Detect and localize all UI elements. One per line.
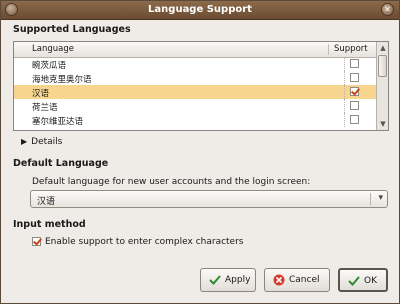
support-checkbox[interactable] — [350, 101, 359, 110]
support-checkbox[interactable] — [350, 87, 359, 96]
close-icon[interactable]: ✕ — [381, 3, 394, 16]
expander-arrow-icon: ▶ — [21, 137, 28, 146]
table-scrollbar[interactable]: ▲ ▼ — [376, 42, 388, 130]
complex-characters-checkbox[interactable] — [32, 237, 41, 246]
language-name: 塞尔维亚达语 — [32, 117, 84, 127]
support-checkbox[interactable] — [350, 59, 359, 68]
column-header-support[interactable]: Support — [334, 44, 368, 54]
language-name: 海地克里奥尔语 — [32, 75, 92, 85]
default-language-value: 汉语 — [37, 197, 56, 207]
complex-characters-label: Enable support to enter complex characte… — [45, 237, 244, 247]
scroll-down-icon[interactable]: ▼ — [377, 118, 388, 130]
table-row-selected[interactable]: 汉语 — [14, 85, 376, 99]
table-row[interactable]: 塞尔维亚达语 — [14, 113, 376, 127]
ok-button[interactable]: OK — [338, 268, 388, 292]
column-header-language[interactable]: Language — [32, 44, 74, 54]
checkmark-icon — [348, 276, 360, 286]
language-name: 荷兰语 — [32, 103, 58, 113]
cancel-button[interactable]: Cancel — [264, 268, 330, 292]
table-row[interactable]: 海地克里奥尔语 — [14, 71, 376, 85]
column-separator — [328, 44, 329, 55]
scrollbar-thumb[interactable] — [378, 55, 387, 77]
language-support-window: Language Support ✕ Supported Languages L… — [0, 0, 400, 304]
table-row[interactable]: 荷兰语 — [14, 99, 376, 113]
supported-languages-heading: Supported Languages — [13, 24, 131, 35]
input-method-heading: Input method — [13, 219, 86, 230]
default-language-combo[interactable]: 汉语 ▾ — [30, 190, 388, 208]
details-label: Details — [31, 137, 63, 147]
window-title: Language Support — [148, 4, 252, 15]
support-checkbox[interactable] — [350, 115, 359, 124]
default-language-heading: Default Language — [13, 158, 109, 169]
title-bar[interactable]: Language Support ✕ — [1, 1, 399, 20]
languages-table: Language Support 畹茨瓜语 海地克里奥尔语 汉语 荷兰语 塞尔维… — [13, 41, 389, 131]
table-header: Language Support — [14, 42, 376, 58]
scroll-up-icon[interactable]: ▲ — [377, 42, 388, 54]
default-language-description: Default language for new user accounts a… — [32, 177, 311, 187]
apply-button[interactable]: Apply — [200, 268, 256, 292]
language-name: 汉语 — [32, 89, 50, 99]
support-checkbox[interactable] — [350, 73, 359, 82]
language-name: 畹茨瓜语 — [32, 61, 67, 71]
cancel-icon — [273, 274, 285, 286]
details-expander[interactable]: ▶ Details — [21, 137, 62, 147]
table-row[interactable]: 畹茨瓜语 — [14, 57, 376, 71]
chevron-down-icon: ▾ — [378, 193, 383, 203]
checkmark-icon — [209, 275, 221, 285]
